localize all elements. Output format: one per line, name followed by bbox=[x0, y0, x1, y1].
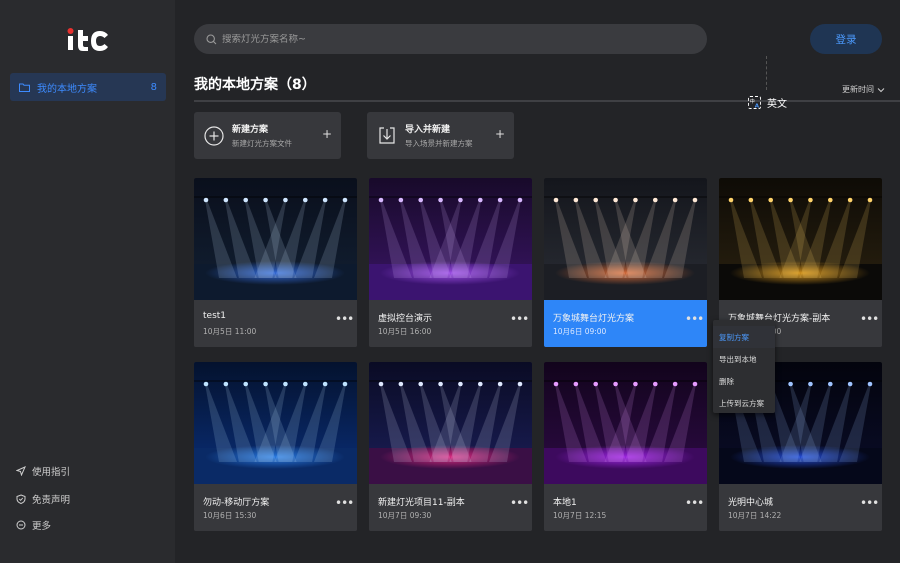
delete-menu-item[interactable]: 删除 bbox=[713, 370, 775, 392]
more-label: 更多 bbox=[32, 521, 52, 532]
plan-thumbnail bbox=[544, 362, 707, 484]
import-new-button[interactable]: 导入并新建 导入场景并新建方案 + bbox=[367, 112, 514, 159]
more-link[interactable]: 更多 bbox=[16, 518, 51, 532]
plan-card[interactable]: 万象城舞台灯光方案 10月6日 09:00 ••• bbox=[544, 178, 707, 347]
upload-cloud-menu-item[interactable]: 上传到云方案 bbox=[713, 392, 775, 414]
search-input[interactable] bbox=[222, 33, 672, 45]
navigation-icon bbox=[16, 466, 26, 476]
more-options-icon[interactable]: ••• bbox=[510, 312, 529, 326]
usage-guide-label: 使用指引 bbox=[32, 467, 71, 478]
plus-icon: + bbox=[494, 127, 505, 141]
plan-thumbnail bbox=[544, 178, 707, 300]
more-options-icon[interactable]: ••• bbox=[510, 496, 529, 510]
shield-icon bbox=[16, 494, 26, 504]
sidebar-item-label: 我的本地方案 bbox=[37, 83, 97, 95]
more-options-icon[interactable]: ••• bbox=[685, 496, 704, 510]
plan-card[interactable]: test1 10月5日 11:00 ••• bbox=[194, 178, 357, 347]
plan-date: 10月6日 09:00 bbox=[553, 327, 607, 336]
plan-thumbnail bbox=[369, 362, 532, 484]
plan-thumbnail bbox=[719, 178, 882, 300]
plan-thumbnail bbox=[194, 178, 357, 300]
search-icon bbox=[206, 33, 217, 44]
more-options-icon[interactable]: ••• bbox=[335, 496, 354, 510]
plan-date: 10月7日 14:22 bbox=[728, 511, 782, 520]
plan-card-info: 本地1 10月7日 12:15 ••• bbox=[544, 484, 707, 531]
page-title: 我的本地方案（8） bbox=[194, 77, 316, 93]
plan-card-info: 勿动-移动厅方案 10月6日 15:30 ••• bbox=[194, 484, 357, 531]
title-underline bbox=[194, 100, 900, 102]
divider bbox=[766, 56, 767, 90]
translate-label: 英文 bbox=[767, 99, 787, 110]
import-new-title: 导入并新建 bbox=[405, 125, 451, 135]
plan-name: 本地1 bbox=[553, 498, 577, 508]
svg-text:A: A bbox=[755, 104, 760, 110]
usage-guide-link[interactable]: 使用指引 bbox=[16, 464, 70, 478]
plan-card-info: test1 10月5日 11:00 ••• bbox=[194, 300, 357, 347]
plan-card-info: 新建灯光项目11-副本 10月7日 09:30 ••• bbox=[369, 484, 532, 531]
new-plan-title: 新建方案 bbox=[232, 125, 269, 135]
plan-date: 10月7日 12:15 bbox=[553, 511, 607, 520]
plan-card[interactable]: 勿动-移动厅方案 10月6日 15:30 ••• bbox=[194, 362, 357, 531]
more-options-icon[interactable]: ••• bbox=[860, 312, 879, 326]
sort-label: 更新时间 bbox=[842, 85, 874, 94]
disclaimer-label: 免责声明 bbox=[32, 495, 71, 506]
plan-thumbnail bbox=[369, 178, 532, 300]
export-local-menu-item[interactable]: 导出到本地 bbox=[713, 348, 775, 370]
plan-date: 10月5日 16:00 bbox=[378, 327, 432, 336]
plan-name: test1 bbox=[203, 311, 227, 321]
plan-date: 10月7日 09:30 bbox=[378, 511, 432, 520]
folder-icon bbox=[19, 83, 30, 92]
translate-icon: 中 A bbox=[748, 96, 761, 109]
context-menu: 复制方案 导出到本地 删除 上传到云方案 bbox=[713, 320, 775, 413]
plan-thumbnail bbox=[194, 362, 357, 484]
sidebar: 我的本地方案 8 使用指引 免责声明 更多 bbox=[0, 0, 175, 563]
login-button[interactable]: 登录 bbox=[810, 24, 882, 54]
import-new-subtitle: 导入场景并新建方案 bbox=[405, 139, 473, 148]
chevron-down-icon bbox=[877, 87, 885, 92]
plan-name: 光明中心城 bbox=[728, 498, 774, 508]
plan-date: 10月6日 15:30 bbox=[203, 511, 257, 520]
plus-icon: + bbox=[321, 127, 332, 141]
plan-name: 新建灯光项目11-副本 bbox=[378, 498, 465, 508]
plan-date: 10月5日 11:00 bbox=[203, 327, 257, 336]
new-plan-button[interactable]: 新建方案 新建灯光方案文件 + bbox=[194, 112, 341, 159]
plan-card-info: 万象城舞台灯光方案 10月6日 09:00 ••• bbox=[544, 300, 707, 347]
itc-logo bbox=[67, 28, 108, 51]
sidebar-item-local-plans[interactable]: 我的本地方案 8 bbox=[10, 73, 166, 101]
search-bar[interactable] bbox=[194, 24, 707, 54]
more-options-icon[interactable]: ••• bbox=[860, 496, 879, 510]
translate-button[interactable]: 中 A 英文 bbox=[748, 95, 787, 110]
new-plan-subtitle: 新建灯光方案文件 bbox=[232, 139, 292, 148]
more-circle-icon bbox=[16, 520, 26, 530]
plan-name: 虚拟控台演示 bbox=[378, 314, 433, 324]
more-options-icon[interactable]: ••• bbox=[685, 312, 704, 326]
more-options-icon[interactable]: ••• bbox=[335, 312, 354, 326]
sort-dropdown[interactable]: 更新时间 bbox=[842, 84, 885, 95]
plan-card-info: 虚拟控台演示 10月5日 16:00 ••• bbox=[369, 300, 532, 347]
add-circle-icon bbox=[204, 125, 224, 146]
plan-name: 勿动-移动厅方案 bbox=[203, 498, 270, 508]
plan-card-info: 光明中心城 10月7日 14:22 ••• bbox=[719, 484, 882, 531]
disclaimer-link[interactable]: 免责声明 bbox=[16, 492, 70, 506]
plan-card[interactable]: 本地1 10月7日 12:15 ••• bbox=[544, 362, 707, 531]
import-icon bbox=[379, 126, 395, 144]
plan-card[interactable]: 新建灯光项目11-副本 10月7日 09:30 ••• bbox=[369, 362, 532, 531]
plan-name: 万象城舞台灯光方案 bbox=[553, 314, 635, 324]
sidebar-item-count: 8 bbox=[150, 81, 157, 93]
copy-plan-menu-item[interactable]: 复制方案 bbox=[713, 326, 775, 348]
plan-card[interactable]: 虚拟控台演示 10月5日 16:00 ••• bbox=[369, 178, 532, 347]
